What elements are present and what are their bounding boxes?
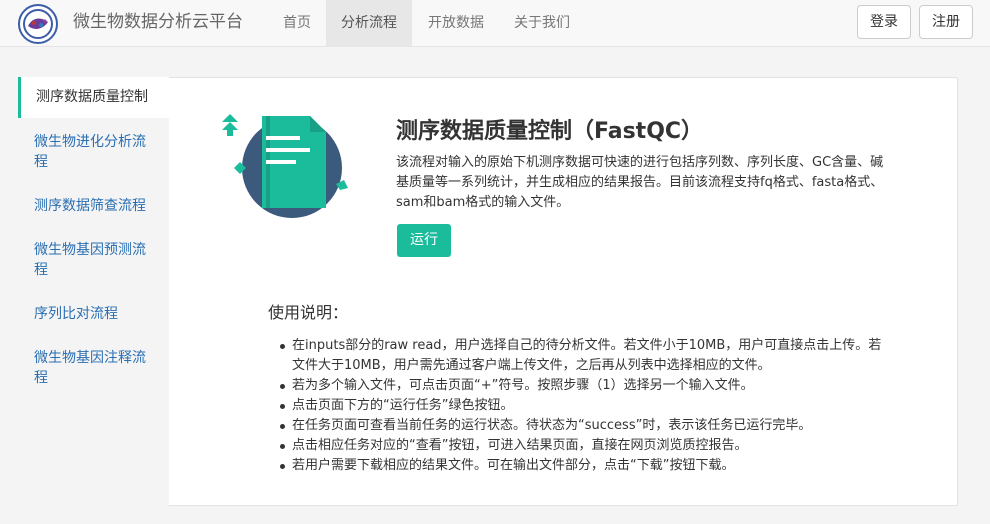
page-title: 测序数据质量控制（FastQC） — [396, 119, 704, 144]
pipeline-description: 该流程对输入的原始下机测序数据可快速的进行包括序列数、序列长度、GC含量、碱基质… — [396, 155, 884, 210]
top-navbar: 微生物数据分析云平台 首页 分析流程 开放数据 关于我们 登录 注册 — [0, 0, 990, 47]
nav-analysis[interactable]: 分析流程 — [326, 0, 412, 47]
login-button[interactable]: 登录 — [857, 5, 911, 39]
sidebar-item-fastqc[interactable]: 测序数据质量控制 — [18, 77, 169, 118]
sidebar-item-alignment[interactable]: 序列比对流程 — [18, 304, 169, 324]
usage-heading: 使用说明： — [268, 303, 349, 322]
usage-item: 点击页面下方的“运行任务”绿色按钮。 — [280, 396, 892, 416]
sidebar-item-screening[interactable]: 测序数据筛查流程 — [18, 196, 169, 216]
usage-item: 在inputs部分的raw read，用户选择自己的待分析文件。若文件小于10M… — [280, 336, 892, 376]
sidebar-item-evolution[interactable]: 微生物进化分析流程 — [18, 132, 169, 172]
usage-item: 若为多个输入文件，可点击页面“+”符号。按照步骤（1）选择另一个输入文件。 — [280, 376, 892, 396]
nav-open-data[interactable]: 开放数据 — [414, 0, 498, 47]
brand-title[interactable]: 微生物数据分析云平台 — [73, 11, 243, 33]
run-button[interactable]: 运行 — [397, 224, 451, 257]
usage-item: 在任务页面可查看当前任务的运行状态。待状态为“success”时，表示该任务已运… — [280, 416, 892, 436]
nav-about[interactable]: 关于我们 — [500, 0, 584, 47]
usage-item: 若用户需要下载相应的结果文件。可在输出文件部分，点击“下载”按钮下载。 — [280, 456, 892, 476]
sidebar: 测序数据质量控制 微生物进化分析流程 测序数据筛查流程 微生物基因预测流程 序列… — [18, 77, 169, 386]
register-button[interactable]: 注册 — [919, 5, 973, 39]
nav-home[interactable]: 首页 — [270, 0, 324, 47]
sidebar-item-gene-prediction[interactable]: 微生物基因预测流程 — [18, 240, 169, 280]
logo[interactable] — [18, 4, 58, 44]
usage-item: 点击相应任务对应的“查看”按钮，可进入结果页面，直接在网页浏览质控报告。 — [280, 436, 892, 456]
usage-list: 在inputs部分的raw read，用户选择自己的待分析文件。若文件小于10M… — [280, 336, 892, 476]
document-illustration — [214, 110, 354, 225]
sidebar-item-annotation[interactable]: 微生物基因注释流程 — [18, 348, 169, 388]
